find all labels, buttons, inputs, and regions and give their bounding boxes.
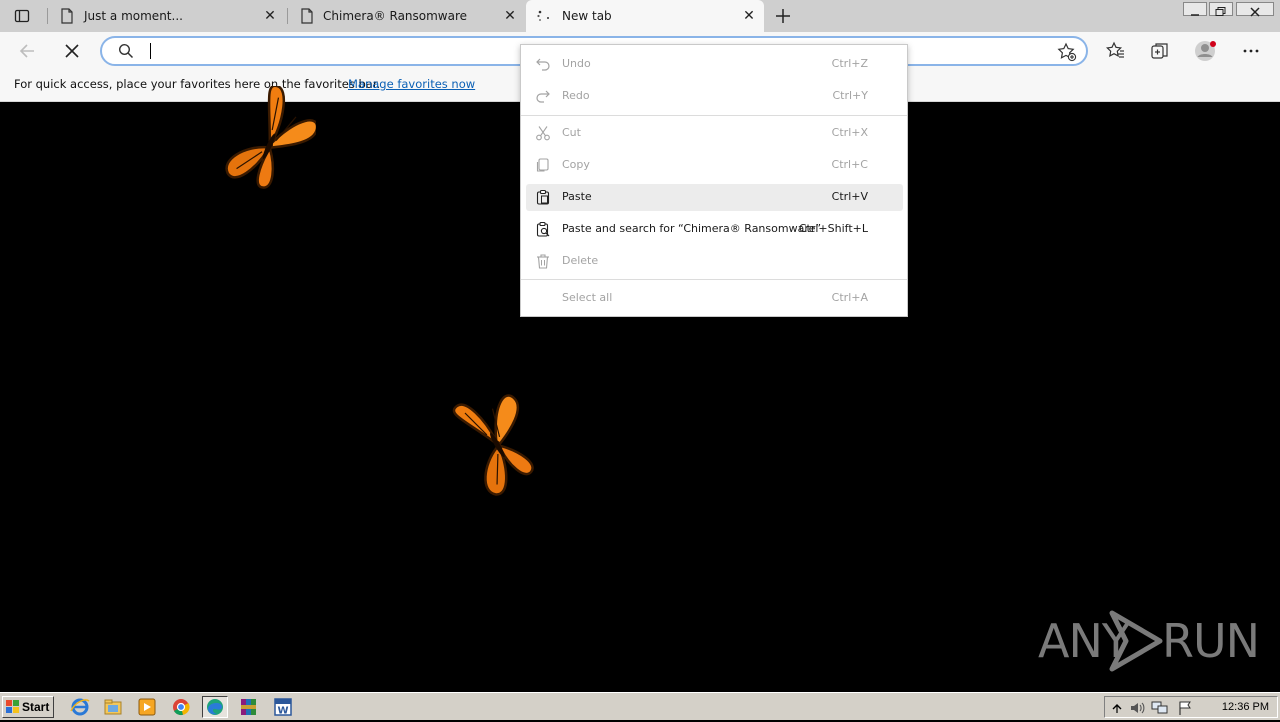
menu-item-shortcut: Ctrl+C: [831, 158, 868, 171]
favorites-bar-message: For quick access, place your favorites h…: [14, 77, 381, 91]
volume-icon[interactable]: [1129, 700, 1147, 716]
chrome-icon[interactable]: [170, 696, 192, 718]
menu-item-label: Copy: [562, 158, 590, 171]
menu-separator: [521, 279, 907, 280]
copy-icon: [535, 157, 551, 173]
tab-new-tab[interactable]: New tab ✕: [526, 0, 764, 32]
favorites-icon[interactable]: [1105, 41, 1126, 61]
system-tray: 12:36 PM: [1104, 696, 1278, 718]
tab-strip: Just a moment... ✕ Chimera® Ransomware ✕…: [0, 0, 1280, 32]
menu-item-label: Delete: [562, 254, 599, 267]
close-icon[interactable]: ✕: [263, 9, 277, 23]
watermark-right-text: RUN: [1162, 614, 1260, 668]
menu-item-label: Undo: [562, 57, 591, 70]
menu-item-shortcut: Ctrl+Shift+L: [798, 222, 868, 235]
close-icon[interactable]: ✕: [503, 9, 517, 23]
menu-item-shortcut: Ctrl+X: [831, 126, 868, 139]
network-icon[interactable]: [1151, 700, 1169, 716]
menu-item-redo[interactable]: Redo Ctrl+Y: [526, 83, 903, 110]
menu-separator: [521, 115, 907, 116]
play-logo-icon: [1108, 610, 1164, 672]
menu-item-shortcut: Ctrl+Y: [832, 89, 868, 102]
taskbar: Start W 12:36 PM: [0, 692, 1280, 720]
tab-title: Just a moment...: [84, 9, 183, 23]
butterfly-image: [222, 84, 319, 202]
menu-item-delete[interactable]: Delete: [526, 248, 903, 275]
ie-icon[interactable]: [69, 696, 91, 718]
start-button[interactable]: Start: [2, 696, 54, 718]
loading-spinner-icon: [536, 8, 552, 24]
winrar-icon[interactable]: [238, 696, 260, 718]
search-icon: [118, 43, 134, 59]
redo-icon: [535, 88, 551, 104]
anyrun-watermark: ANY RUN: [1038, 608, 1260, 674]
menu-item-undo[interactable]: Undo Ctrl+Z: [526, 51, 903, 78]
menu-item-label: Paste and search for “Chimera® Ransomwar…: [562, 222, 822, 235]
back-button[interactable]: [18, 42, 38, 60]
clipboard-icon: [535, 189, 551, 205]
manage-favorites-link[interactable]: Manage favorites now: [348, 77, 475, 91]
text-caret: [150, 43, 151, 59]
menu-item-paste-and-search[interactable]: Paste and search for “Chimera® Ransomwar…: [526, 216, 903, 243]
menu-item-paste[interactable]: Paste Ctrl+V: [526, 184, 903, 211]
menu-item-label: Redo: [562, 89, 590, 102]
tab-title: Chimera® Ransomware: [323, 9, 468, 23]
butterfly-image: [442, 388, 548, 498]
tab-title: New tab: [562, 9, 612, 23]
tab-just-a-moment[interactable]: Just a moment... ✕: [48, 0, 285, 32]
tab-chimera-ransomware[interactable]: Chimera® Ransomware ✕: [288, 0, 525, 32]
start-label: Start: [22, 700, 50, 714]
undo-icon: [535, 56, 551, 72]
menu-item-select-all[interactable]: Select all Ctrl+A: [526, 285, 903, 312]
minimize-button[interactable]: [1183, 2, 1207, 16]
menu-item-shortcut: Ctrl+V: [831, 190, 868, 203]
add-favorite-icon[interactable]: [1057, 42, 1077, 62]
media-player-icon[interactable]: [136, 696, 158, 718]
menu-item-copy[interactable]: Copy Ctrl+C: [526, 152, 903, 179]
edge-icon[interactable]: [202, 696, 228, 718]
edit-context-menu: Undo Ctrl+Z Redo Ctrl+Y Cut Ctrl+X Copy …: [520, 44, 908, 317]
close-window-button[interactable]: [1236, 2, 1274, 17]
tab-actions-menu-icon[interactable]: [14, 8, 30, 24]
file-explorer-icon[interactable]: [102, 696, 124, 718]
stop-loading-button[interactable]: [63, 42, 81, 60]
restore-button[interactable]: [1209, 2, 1233, 16]
page-icon: [300, 8, 314, 24]
menu-item-cut[interactable]: Cut Ctrl+X: [526, 120, 903, 147]
menu-item-shortcut: Ctrl+Z: [831, 57, 868, 70]
windows-flag-icon: [6, 700, 20, 714]
menu-item-label: Paste: [562, 190, 592, 203]
page-icon: [60, 8, 74, 24]
collections-icon[interactable]: [1150, 41, 1170, 61]
clock[interactable]: 12:36 PM: [1222, 701, 1269, 713]
scissors-icon: [535, 125, 551, 141]
menu-item-shortcut: Ctrl+A: [831, 291, 868, 304]
action-center-flag-icon[interactable]: [1177, 700, 1193, 716]
trash-icon: [535, 253, 551, 269]
close-icon[interactable]: ✕: [742, 9, 756, 23]
new-tab-button[interactable]: [774, 7, 792, 25]
menu-item-label: Select all: [562, 291, 613, 304]
menu-item-label: Cut: [562, 126, 581, 139]
svg-text:W: W: [277, 706, 288, 717]
profile-avatar-icon[interactable]: [1194, 39, 1218, 63]
settings-more-icon[interactable]: [1242, 42, 1260, 60]
clipboard-search-icon: [535, 221, 551, 237]
word-icon[interactable]: W: [272, 696, 294, 718]
show-hidden-icons-icon[interactable]: [1111, 700, 1123, 714]
